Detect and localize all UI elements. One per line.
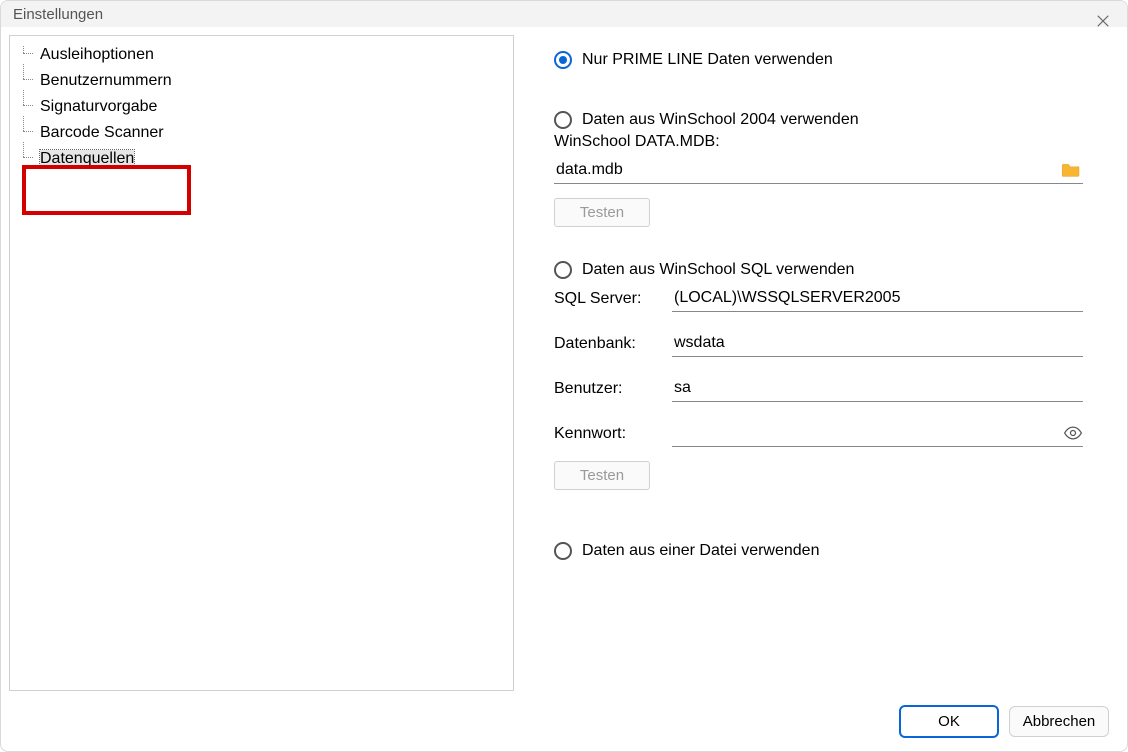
content-area: Ausleihoptionen Benutzernummern Signatur… <box>1 27 1127 691</box>
tree-item-barcode-scanner[interactable]: Barcode Scanner <box>18 120 505 146</box>
tree-item-label: Ausleihoptionen <box>40 46 154 63</box>
tree-item-datenquellen[interactable]: Datenquellen <box>18 146 505 172</box>
radio-icon[interactable] <box>554 51 572 69</box>
tree-item-ausleihoptionen[interactable]: Ausleihoptionen <box>18 42 505 68</box>
radio-prime-only[interactable]: Nur PRIME LINE Daten verwenden <box>554 51 1083 69</box>
dialog-footer: OK Abbrechen <box>1 691 1127 751</box>
dialog-body: Ausleihoptionen Benutzernummern Signatur… <box>1 27 1127 751</box>
tree-item-label: Benutzernummern <box>40 72 172 89</box>
tree-item-signaturvorgabe[interactable]: Signaturvorgabe <box>18 94 505 120</box>
test-winschool-sql-button[interactable]: Testen <box>554 461 650 490</box>
radio-icon[interactable] <box>554 111 572 129</box>
settings-dialog: Einstellungen Ausleihoptionen Benutzernu… <box>0 0 1128 752</box>
tree-item-label: Datenquellen <box>40 150 134 167</box>
radio-icon[interactable] <box>554 542 572 560</box>
radio-winschool-2004[interactable]: Daten aus WinSchool 2004 verwenden <box>554 111 1083 129</box>
titlebar: Einstellungen <box>1 1 1127 27</box>
section-winschool-2004: Daten aus WinSchool 2004 verwenden WinSc… <box>554 111 1083 227</box>
tree-panel-wrap: Ausleihoptionen Benutzernummern Signatur… <box>9 35 514 691</box>
window-title: Einstellungen <box>13 6 103 23</box>
sql-db-input[interactable] <box>672 330 1083 357</box>
section-prime-only: Nur PRIME LINE Daten verwenden <box>554 51 1083 73</box>
tree-item-benutzernummern[interactable]: Benutzernummern <box>18 68 505 94</box>
sql-server-label: SQL Server: <box>554 290 664 308</box>
section-winschool-sql: Daten aus WinSchool SQL verwenden SQL Se… <box>554 261 1083 490</box>
folder-icon[interactable] <box>1061 162 1081 178</box>
radio-icon[interactable] <box>554 261 572 279</box>
close-icon[interactable] <box>1093 11 1113 31</box>
sql-server-input[interactable] <box>672 285 1083 312</box>
eye-icon[interactable] <box>1063 423 1083 443</box>
radio-label: Daten aus einer Datei verwenden <box>582 542 819 560</box>
cancel-button[interactable]: Abbrechen <box>1009 706 1109 737</box>
sql-db-label: Datenbank: <box>554 335 664 353</box>
radio-winschool-sql[interactable]: Daten aus WinSchool SQL verwenden <box>554 261 1083 279</box>
sql-user-label: Benutzer: <box>554 380 664 398</box>
radio-label: Daten aus WinSchool 2004 verwenden <box>582 111 859 129</box>
radio-label: Nur PRIME LINE Daten verwenden <box>582 51 833 69</box>
test-winschool-2004-button[interactable]: Testen <box>554 198 650 227</box>
sql-password-wrap <box>672 420 1083 447</box>
winschool-data-label: WinSchool DATA.MDB: <box>554 133 1083 151</box>
winschool-file-input-row <box>554 157 1083 184</box>
detail-panel: Nur PRIME LINE Daten verwenden Daten aus… <box>554 35 1119 691</box>
winschool-file-input[interactable] <box>556 161 1061 179</box>
sql-user-input[interactable] <box>672 375 1083 402</box>
sql-password-input[interactable] <box>672 420 1063 446</box>
tree-item-label: Barcode Scanner <box>40 124 164 141</box>
ok-button[interactable]: OK <box>899 705 999 738</box>
radio-from-file[interactable]: Daten aus einer Datei verwenden <box>554 542 1083 560</box>
radio-label: Daten aus WinSchool SQL verwenden <box>582 261 854 279</box>
sql-form-grid: SQL Server: Datenbank: Benutzer: Kennwor… <box>554 285 1083 447</box>
sql-pw-label: Kennwort: <box>554 425 664 443</box>
tree-item-label: Signaturvorgabe <box>40 98 157 115</box>
settings-tree[interactable]: Ausleihoptionen Benutzernummern Signatur… <box>9 35 514 691</box>
section-from-file: Daten aus einer Datei verwenden <box>554 542 1083 564</box>
